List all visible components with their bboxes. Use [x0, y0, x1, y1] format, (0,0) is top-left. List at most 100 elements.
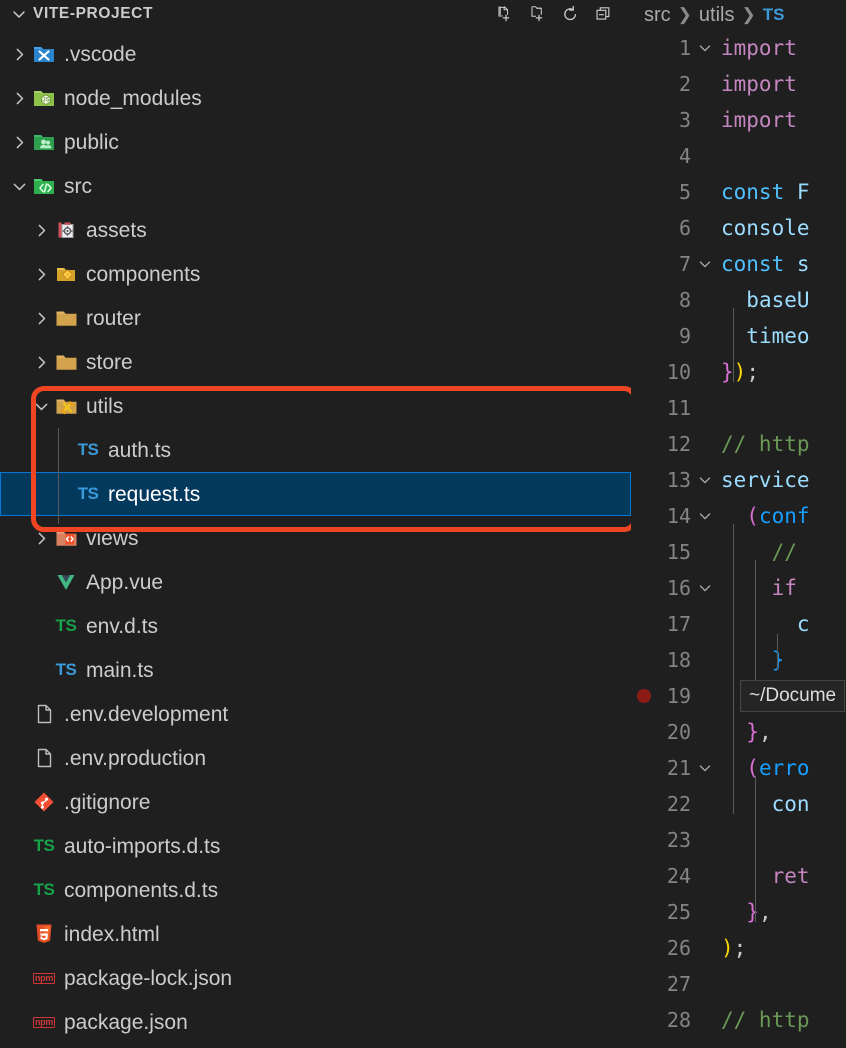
code-line[interactable]: 14 (conf [631, 498, 846, 534]
code-line[interactable]: 7 const s [631, 246, 846, 282]
file-tree: .vscode JS node_modulespublic src assets comp… [0, 28, 631, 1044]
code-line[interactable]: 26); [631, 930, 846, 966]
tree-row[interactable]: components [0, 252, 631, 296]
tree-row[interactable]: views [0, 516, 631, 560]
breakpoint-gutter[interactable] [631, 689, 657, 703]
code-line[interactable]: 21 (erro [631, 750, 846, 786]
fold-chevron-down-icon[interactable] [691, 760, 719, 776]
fold-chevron-down-icon[interactable] [691, 40, 719, 56]
tree-row[interactable]: src [0, 164, 631, 208]
tree-row[interactable]: store [0, 340, 631, 384]
tree-row[interactable]: npm package-lock.json [0, 956, 631, 1000]
tree-row-label: public [64, 130, 119, 154]
code-line[interactable]: 6 console [631, 210, 846, 246]
chevron-right-icon[interactable] [8, 87, 30, 109]
fold-chevron-down-icon[interactable] [691, 472, 719, 488]
chevron-right-icon[interactable] [30, 527, 52, 549]
code-line[interactable]: 4 [631, 138, 846, 174]
collapse-all-icon[interactable] [593, 4, 613, 24]
line-number: 21 [666, 756, 691, 780]
code-line[interactable]: 17 c [631, 606, 846, 642]
refresh-icon[interactable] [560, 4, 580, 24]
tree-row[interactable]: App.vue [0, 560, 631, 604]
code-line[interactable]: 22 con [631, 786, 846, 822]
tree-row-label: App.vue [86, 570, 164, 594]
line-number: 24 [666, 864, 691, 888]
code-line[interactable]: 3 import [631, 102, 846, 138]
tree-row[interactable]: TS main.ts [0, 648, 631, 692]
chevron-right-icon[interactable] [8, 131, 30, 153]
chevron-right-icon[interactable] [30, 263, 52, 285]
code-line[interactable]: 24 ret [631, 858, 846, 894]
code-line[interactable]: 18 } [631, 642, 846, 678]
tree-row[interactable]: index.html [0, 912, 631, 956]
code-line[interactable]: 1 import [631, 30, 846, 66]
tree-row[interactable]: TS auto-imports.d.ts [0, 824, 631, 868]
code-line[interactable]: 16 if [631, 570, 846, 606]
code-line[interactable]: 15 // [631, 534, 846, 570]
code-line[interactable]: 20 }, [631, 714, 846, 750]
line-number: 7 [678, 252, 691, 276]
line-number: 10 [666, 360, 691, 384]
code-line[interactable]: 2 import [631, 66, 846, 102]
tree-row[interactable]: public [0, 120, 631, 164]
chevron-right-icon[interactable] [30, 351, 52, 373]
tree-row[interactable]: TS env.d.ts [0, 604, 631, 648]
fold-chevron-down-icon[interactable] [691, 580, 719, 596]
new-folder-icon[interactable] [527, 4, 547, 24]
code-line[interactable]: 25 }, [631, 894, 846, 930]
chevron-down-icon[interactable] [10, 5, 28, 23]
chevron-right-icon[interactable] [8, 43, 30, 65]
tree-row[interactable]: .env.development [0, 692, 631, 736]
tree-row[interactable]: TS auth.ts [0, 428, 631, 472]
code-line[interactable]: 9 timeo [631, 318, 846, 354]
tree-row-label: package-lock.json [64, 966, 233, 990]
chevron-right-icon[interactable] [30, 307, 52, 329]
folder-assets-icon [52, 216, 80, 244]
tree-row[interactable]: assets [0, 208, 631, 252]
code-line[interactable]: 12 // http [631, 426, 846, 462]
code-line[interactable]: 5 const F [631, 174, 846, 210]
tree-row[interactable]: router [0, 296, 631, 340]
code-lines[interactable]: 1 import 2 import 3 import 4 5 const F 6 console 7 c… [631, 30, 846, 1038]
breadcrumb-item-src[interactable]: src [644, 4, 671, 27]
breadcrumb-item-utils[interactable]: utils [699, 4, 735, 27]
code-line[interactable]: 23 [631, 822, 846, 858]
breadcrumb: src ❯ utils ❯ TS [631, 0, 846, 30]
code-line[interactable]: 28 // http [631, 1002, 846, 1038]
chevron-right-icon[interactable] [30, 219, 52, 241]
chevron-down-icon[interactable] [8, 175, 30, 197]
tree-row[interactable]: .gitignore [0, 780, 631, 824]
breakpoint-dot[interactable] [637, 689, 651, 703]
code-line[interactable]: 8 baseU [631, 282, 846, 318]
git-icon [30, 788, 58, 816]
code-line[interactable]: 27 [631, 966, 846, 1002]
tree-row-selected[interactable]: TS request.ts [0, 472, 631, 516]
tree-row[interactable]: TS components.d.ts [0, 868, 631, 912]
fold-chevron-down-icon[interactable] [691, 508, 719, 524]
tree-row[interactable]: npm package.json [0, 1000, 631, 1044]
tree-row-label: router [86, 306, 141, 330]
file-icon [30, 700, 58, 728]
chevron-down-icon[interactable] [30, 395, 52, 417]
tree-row[interactable]: .env.production [0, 736, 631, 780]
code-indent-guide [755, 776, 756, 922]
code-line[interactable]: 13 service [631, 462, 846, 498]
breadcrumb-file-badge[interactable]: TS [763, 5, 785, 25]
file-icon [30, 744, 58, 772]
tree-row[interactable]: utils [0, 384, 631, 428]
new-file-icon[interactable] [494, 4, 514, 24]
code-line[interactable]: 10}); [631, 354, 846, 390]
typescript-def-icon: TS [55, 616, 77, 635]
code-text: // [771, 540, 797, 564]
tree-row[interactable]: JS node_modules [0, 76, 631, 120]
tree-row-label: package.json [64, 1010, 188, 1034]
folder-src-icon [30, 172, 58, 200]
line-number: 23 [666, 828, 691, 852]
tree-row[interactable]: .vscode [0, 32, 631, 76]
fold-chevron-down-icon[interactable] [691, 256, 719, 272]
code-line[interactable]: 11 [631, 390, 846, 426]
